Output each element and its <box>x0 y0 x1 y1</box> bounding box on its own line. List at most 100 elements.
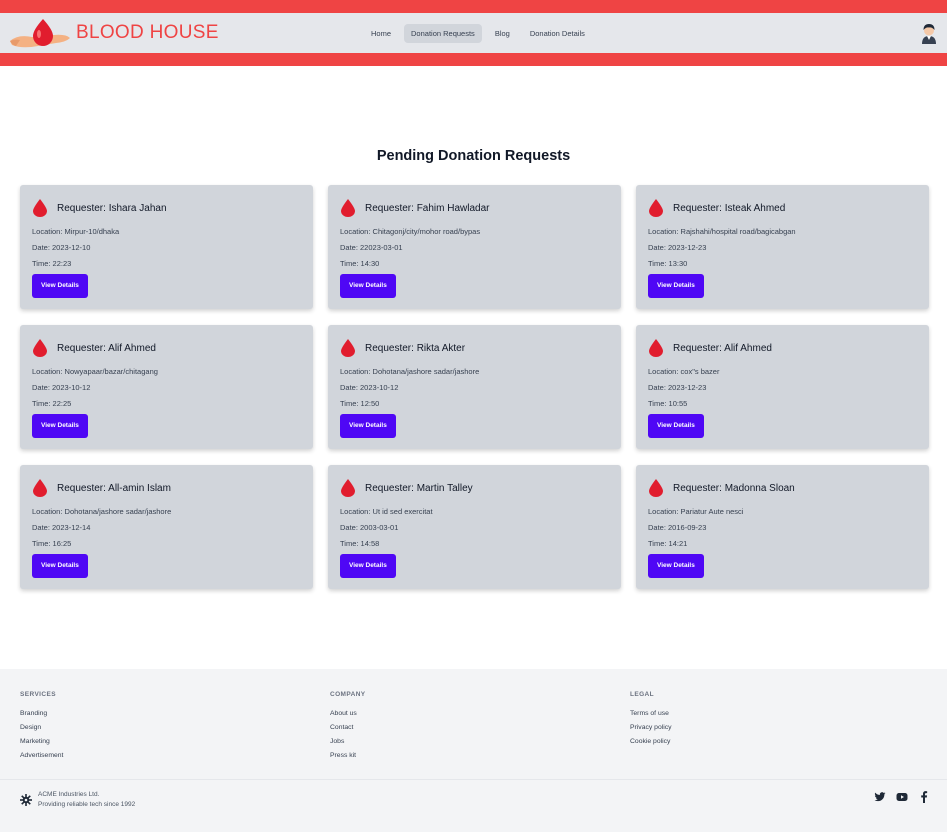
request-card: Requester: Fahim Hawladar Location: Chit… <box>328 185 621 309</box>
blood-drop-icon <box>649 199 663 217</box>
social-links <box>874 791 930 803</box>
blood-drop-hand-icon <box>10 19 70 48</box>
request-location: Location: Nowyapaar/bazar/chitagang <box>32 367 158 376</box>
request-time: Time: 14:21 <box>648 539 688 548</box>
request-time: Time: 13:30 <box>648 259 688 268</box>
request-location: Location: Dohotana/jashore sadar/jashore <box>32 507 172 516</box>
requester-name: Requester: Isteak Ahmed <box>673 202 786 214</box>
request-date: Date: 2023-10-12 <box>340 383 399 392</box>
request-date: Date: 2023-12-14 <box>32 523 91 532</box>
footer-link-branding[interactable]: Branding <box>20 710 63 724</box>
request-date: Date: 2003-03-01 <box>340 523 399 532</box>
bottom-accent-strip <box>0 53 947 66</box>
nav-donation-details[interactable]: Donation Details <box>523 24 592 43</box>
nav-donation-requests[interactable]: Donation Requests <box>404 24 482 43</box>
request-time: Time: 10:55 <box>648 399 688 408</box>
request-card: Requester: Rikta Akter Location: Dohotan… <box>328 325 621 449</box>
request-date: Date: 2023-10-12 <box>32 383 91 392</box>
request-location: Location: cox"s bazer <box>648 367 720 376</box>
blood-drop-icon <box>33 339 47 357</box>
request-time: Time: 14:58 <box>340 539 380 548</box>
twitter-icon[interactable] <box>874 791 886 803</box>
blood-drop-icon <box>33 479 47 497</box>
request-time: Time: 14:30 <box>340 259 380 268</box>
request-time: Time: 22:25 <box>32 399 72 408</box>
footer-link-advertisement[interactable]: Advertisement <box>20 752 63 766</box>
footer-heading: COMPANY <box>330 691 366 698</box>
gear-logo-icon <box>20 794 32 806</box>
requester-name: Requester: Madonna Sloan <box>673 482 795 494</box>
request-location: Location: Rajshahi/hospital road/bagicab… <box>648 227 796 236</box>
request-location: Location: Pariatur Aute nesci <box>648 507 744 516</box>
request-location: Location: Mirpur-10/dhaka <box>32 227 120 236</box>
navbar: BLOOD HOUSE Home Donation Requests Blog … <box>0 13 947 53</box>
request-date: Date: 2023-12-23 <box>648 243 707 252</box>
footer-link-jobs[interactable]: Jobs <box>330 738 366 752</box>
nav-blog[interactable]: Blog <box>488 24 517 43</box>
footer-link-design[interactable]: Design <box>20 724 63 738</box>
request-card: Requester: All-amin Islam Location: Doho… <box>20 465 313 589</box>
view-details-button[interactable]: View Details <box>32 414 88 438</box>
request-location: Location: Dohotana/jashore sadar/jashore <box>340 367 480 376</box>
request-date: Date: 2016-09-23 <box>648 523 707 532</box>
requester-name: Requester: Alif Ahmed <box>673 342 772 354</box>
footer-link-terms[interactable]: Terms of use <box>630 710 672 724</box>
footer-link-contact[interactable]: Contact <box>330 724 366 738</box>
footer-link-privacy[interactable]: Privacy policy <box>630 724 672 738</box>
requester-name: Requester: Ishara Jahan <box>57 202 167 214</box>
brand-name: BLOOD HOUSE <box>76 22 219 43</box>
blood-drop-icon <box>341 479 355 497</box>
footer: SERVICES Branding Design Marketing Adver… <box>0 669 947 832</box>
request-time: Time: 16:25 <box>32 539 72 548</box>
blood-drop-icon <box>341 339 355 357</box>
footer-link-cookie[interactable]: Cookie policy <box>630 738 672 752</box>
request-card: Requester: Isteak Ahmed Location: Rajsha… <box>636 185 929 309</box>
view-details-button[interactable]: View Details <box>32 554 88 578</box>
footer-heading: SERVICES <box>20 691 56 698</box>
view-details-button[interactable]: View Details <box>648 274 704 298</box>
blood-drop-icon <box>649 479 663 497</box>
request-date: Date: 2023-12-10 <box>32 243 91 252</box>
request-card: Requester: Martin Talley Location: Ut id… <box>328 465 621 589</box>
requester-name: Requester: All-amin Islam <box>57 482 171 494</box>
footer-link-about[interactable]: About us <box>330 710 366 724</box>
requester-name: Requester: Rikta Akter <box>365 342 466 354</box>
company-info: ACME Industries Ltd. Providing reliable … <box>20 790 135 810</box>
footer-services: SERVICES Branding Design Marketing Adver… <box>20 691 63 766</box>
blood-drop-icon <box>649 339 663 357</box>
footer-link-marketing[interactable]: Marketing <box>20 738 63 752</box>
blood-drop-icon <box>341 199 355 217</box>
requests-grid: Requester: Ishara Jahan Location: Mirpur… <box>20 185 929 589</box>
requester-name: Requester: Alif Ahmed <box>57 342 156 354</box>
request-card: Requester: Madonna Sloan Location: Paria… <box>636 465 929 589</box>
view-details-button[interactable]: View Details <box>340 414 396 438</box>
view-details-button[interactable]: View Details <box>648 414 704 438</box>
nav-home[interactable]: Home <box>364 24 398 43</box>
request-location: Location: Ut id sed exercitat <box>340 507 433 516</box>
footer-legal: LEGAL Terms of use Privacy policy Cookie… <box>630 691 672 752</box>
request-location: Location: Chitagonj/city/mohor road/bypa… <box>340 227 481 236</box>
youtube-icon[interactable] <box>896 791 908 803</box>
footer-heading: LEGAL <box>630 691 655 698</box>
requester-name: Requester: Martin Talley <box>365 482 473 494</box>
request-time: Time: 22:23 <box>32 259 72 268</box>
request-card: Requester: Alif Ahmed Location: cox"s ba… <box>636 325 929 449</box>
request-card: Requester: Alif Ahmed Location: Nowyapaa… <box>20 325 313 449</box>
facebook-icon[interactable] <box>918 791 930 803</box>
footer-divider <box>0 779 947 780</box>
view-details-button[interactable]: View Details <box>340 274 396 298</box>
company-name: ACME Industries Ltd. <box>38 791 100 798</box>
requester-name: Requester: Fahim Hawladar <box>365 202 490 214</box>
footer-link-press-kit[interactable]: Press kit <box>330 752 366 766</box>
company-tagline: Providing reliable tech since 1992 <box>38 801 136 808</box>
view-details-button[interactable]: View Details <box>32 274 88 298</box>
request-time: Time: 12:50 <box>340 399 380 408</box>
view-details-button[interactable]: View Details <box>648 554 704 578</box>
page-title: Pending Donation Requests <box>376 148 571 164</box>
top-accent-strip <box>0 0 947 13</box>
request-date: Date: 22023-03-01 <box>340 243 403 252</box>
blood-drop-icon <box>33 199 47 217</box>
user-avatar-icon[interactable] <box>919 22 939 44</box>
view-details-button[interactable]: View Details <box>340 554 396 578</box>
brand[interactable]: BLOOD HOUSE <box>8 15 219 51</box>
